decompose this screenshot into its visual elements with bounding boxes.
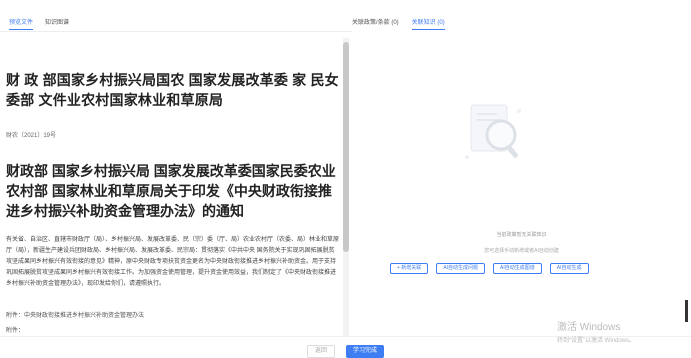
doc-body: 有关省、自治区、直辖市财政厅（局）、乡村振兴局、发展改革委、民（宗）委（厅、局）… <box>6 237 340 287</box>
doc-attachment-label: 附件： <box>6 328 25 334</box>
divider <box>0 31 352 32</box>
doc-attachment: 附件：中央财政衔接推进乡村振兴补助资金管理办法 <box>6 313 145 319</box>
empty-hint: 您可选择手动新增或者AI自动创建 <box>484 248 559 254</box>
window-edge <box>685 300 688 322</box>
app-root: 预览文件 知识图谱 财 政 部国家乡村振兴局国农 国家发展改革委 家 民女委部 … <box>0 0 691 358</box>
doc-scrollbar[interactable] <box>343 38 349 336</box>
ai-generate-questions-button[interactable]: AI自动生成问题 <box>436 263 486 274</box>
empty-title: 当前政策暂无关联知识 <box>496 232 547 238</box>
learn-complete-button[interactable]: 学习完成 <box>346 345 384 358</box>
tab-preview[interactable]: 预览文件 <box>9 17 34 30</box>
doc-header: 财 政 部国家乡村振兴局国农 国家发展改革委 家 民女委部 文件业农村国家林业和… <box>6 72 339 108</box>
left-pane: 预览文件 知识图谱 财 政 部国家乡村振兴局国农 国家发展改革委 家 民女委部 … <box>0 0 352 336</box>
ai-generate-graph-button[interactable]: AI自动生成图谱 <box>493 263 542 274</box>
doc-title: 财政部 国家乡村振兴局 国家发展改革委国家民委农业农村部 国家林业和草原局关于印… <box>6 163 336 219</box>
right-tabs: 关联政策/条款 (0) 关联知识 (0) <box>352 17 445 30</box>
add-relation-button[interactable]: + 新增关联 <box>390 263 429 274</box>
action-bar: + 新增关联 AI自动生成问题 AI自动生成图谱 AI自动生成 <box>390 263 589 274</box>
windows-activation-watermark: 激活 Windows <box>557 322 621 333</box>
empty-search-icon <box>465 104 521 159</box>
document-preview: 财 政 部国家乡村振兴局国农 国家发展改革委 家 民女委部 文件业农村国家林业和… <box>6 70 340 336</box>
right-pane: 关联政策/条款 (0) 关联知识 (0) 当前政策暂无关联知识 您可选择手动新增… <box>352 0 691 336</box>
scrollbar-thumb[interactable] <box>343 42 349 252</box>
left-tabs: 预览文件 知识图谱 <box>9 17 69 30</box>
tab-knowledge-graph[interactable]: 知识图谱 <box>45 17 69 30</box>
return-button[interactable]: 返回 <box>307 345 335 358</box>
tab-related-policies[interactable]: 关联政策/条款 (0) <box>352 17 399 30</box>
tab-related-knowledge[interactable]: 关联知识 (0) <box>411 17 445 30</box>
doc-number: 财农〔2021〕19号 <box>6 133 57 139</box>
windows-activation-hint: 转到“设置”以激活 Windows。 <box>557 338 636 344</box>
ai-generate-button[interactable]: AI自动生成 <box>549 263 589 274</box>
